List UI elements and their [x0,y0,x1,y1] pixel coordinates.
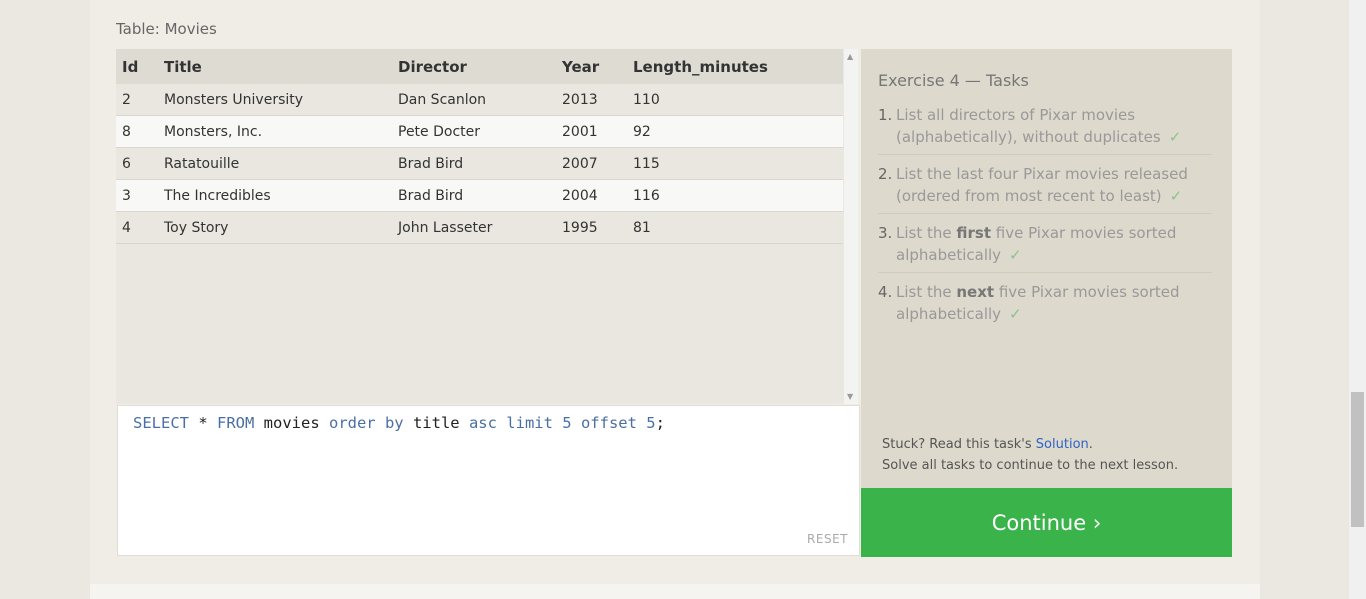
cell-year: 2001 [556,115,627,148]
task-item: 3. List the first five Pixar movies sort… [878,222,1212,273]
table-row: 6 Ratatouille Brad Bird 2007 115 [116,147,843,180]
results-table-container[interactable]: Id Title Director Year Length_minutes 2 … [116,49,844,404]
task-item: 2. List the last four Pixar movies relea… [878,163,1212,214]
table-row: 2 Monsters University Dan Scanlon 2013 1… [116,84,843,116]
cell-id: 8 [116,115,158,148]
task-text: List the first five Pixar movies sorted … [896,224,1176,264]
task-item: 4. List the next five Pixar movies sorte… [878,281,1212,331]
task-text-part: List all directors of Pixar movies (alph… [896,106,1161,146]
task-number: 3. [878,224,893,242]
sql-star: * [189,414,217,432]
cell-length: 116 [627,179,843,212]
cell-id: 3 [116,179,158,212]
sql-keyword-asc: asc [468,414,497,432]
tasks-panel: Exercise 4 — Tasks 1. List all directors… [861,49,1232,488]
page-scrollbar-thumb[interactable] [1351,392,1364,527]
table-row: 8 Monsters, Inc. Pete Docter 2001 92 [116,115,843,148]
task-number: 1. [878,106,893,124]
cell-title: Monsters University [158,84,392,116]
cell-director: Pete Docter [392,115,556,148]
checkmark-icon: ✓ [1009,246,1022,264]
sql-keyword-offset: offset [571,414,647,432]
checkmark-icon: ✓ [1169,187,1183,205]
cell-id: 2 [116,84,158,116]
task-text: List the last four Pixar movies released… [896,165,1188,205]
cell-id: 6 [116,147,158,180]
table-caption: Table: Movies [116,20,217,38]
solve-note: Solve all tasks to continue to the next … [882,458,1179,473]
sql-offset-value: 5 [646,414,656,432]
sql-table-name: movies [254,414,329,432]
cell-id: 4 [116,211,158,244]
task-text: List the next five Pixar movies sorted a… [896,283,1180,323]
cell-director: Brad Bird [392,147,556,180]
table-row: 3 The Incredibles Brad Bird 2004 116 [116,179,843,212]
task-text-emphasis: first [956,224,991,242]
task-text-part: List the [896,224,957,242]
cell-length: 110 [627,84,843,116]
task-list: 1. List all directors of Pixar movies (a… [878,104,1212,339]
column-header-director: Director [392,49,556,84]
sql-keyword-select: SELECT [133,414,189,432]
table-row: 4 Toy Story John Lasseter 1995 81 [116,211,843,244]
task-text: List all directors of Pixar movies (alph… [896,106,1161,146]
table-header-row: Id Title Director Year Length_minutes [116,49,843,84]
continue-button[interactable]: Continue › [861,488,1232,557]
cell-director: Brad Bird [392,179,556,212]
sql-limit-value: 5 [562,414,572,432]
checkmark-icon: ✓ [1168,128,1182,146]
column-header-id: Id [116,49,158,84]
stuck-prefix: Stuck? Read this task's [882,437,1036,452]
cell-title: Toy Story [158,211,392,244]
sql-column-name: title [403,414,469,432]
task-text-part: List the last four Pixar movies released… [896,165,1188,205]
stuck-suffix: . [1088,437,1093,452]
cell-length: 92 [627,115,843,148]
task-number: 4. [878,283,893,301]
task-number: 2. [878,165,893,183]
cell-title: Monsters, Inc. [158,115,392,148]
scroll-down-arrow-icon[interactable]: ▼ [847,392,853,401]
exercise-title: Exercise 4 — Tasks [878,71,1029,90]
column-header-title: Title [158,49,392,84]
cell-length: 115 [627,147,843,180]
help-text: Stuck? Read this task's Solution. Solve … [882,434,1178,476]
cell-length: 81 [627,211,843,244]
cell-year: 2004 [556,179,627,212]
page-footer-strip [90,584,1260,599]
cell-title: The Incredibles [158,179,392,212]
task-text-part: List the [896,283,957,301]
cell-year: 1995 [556,211,627,244]
scroll-up-arrow-icon[interactable]: ▲ [847,52,853,61]
results-scrollbar[interactable]: ▲ ▼ [844,49,858,404]
task-text-emphasis: next [956,283,995,301]
checkmark-icon: ✓ [1009,305,1022,323]
task-item: 1. List all directors of Pixar movies (a… [878,104,1212,155]
sql-keyword-limit: limit [496,414,563,432]
sql-query-editor[interactable]: SELECT * FROM movies order by title asc … [117,405,860,556]
cell-director: John Lasseter [392,211,556,244]
sql-keyword-order-by: order by [328,414,404,432]
cell-director: Dan Scanlon [392,84,556,116]
column-header-length: Length_minutes [627,49,843,84]
column-header-year: Year [556,49,627,84]
cell-year: 2013 [556,84,627,116]
results-table: Id Title Director Year Length_minutes 2 … [116,49,843,244]
solution-link[interactable]: Solution [1036,437,1089,452]
sql-keyword-from: FROM [217,414,255,432]
cell-year: 2007 [556,147,627,180]
sql-terminator: ; [655,414,665,432]
cell-title: Ratatouille [158,147,392,180]
reset-button[interactable]: RESET [807,532,848,546]
sql-query-text[interactable]: SELECT * FROM movies order by title asc … [133,414,665,432]
